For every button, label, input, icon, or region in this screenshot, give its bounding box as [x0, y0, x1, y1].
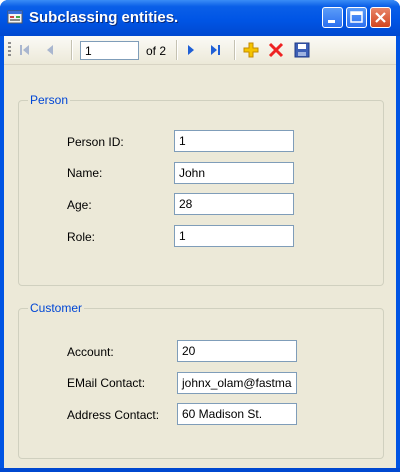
window-bottom-border	[0, 468, 400, 472]
move-previous-icon	[47, 45, 53, 55]
name-field[interactable]: John	[174, 162, 294, 184]
name-label: Name:	[67, 166, 103, 180]
maximize-button[interactable]	[346, 7, 367, 28]
save-icon	[294, 42, 310, 58]
move-last-button[interactable]	[206, 41, 224, 59]
person-id-field[interactable]: 1	[174, 130, 294, 152]
move-next-icon	[188, 45, 194, 55]
binding-navigator: 1 of 2	[4, 36, 396, 65]
toolbar-separator	[71, 40, 73, 60]
maximize-icon	[350, 11, 363, 23]
move-next-button[interactable]	[182, 41, 200, 59]
close-icon	[375, 12, 386, 23]
toolbar-separator	[234, 40, 236, 60]
move-first-icon	[20, 45, 29, 55]
move-previous-button[interactable]	[41, 41, 59, 59]
window-title: Subclassing entities.	[29, 9, 179, 26]
email-contact-field[interactable]: johnx_olam@fastma	[177, 372, 297, 394]
count-label: of 2	[146, 44, 167, 58]
add-new-icon	[243, 42, 259, 58]
age-field[interactable]: 28	[174, 193, 294, 215]
person-legend: Person	[28, 93, 71, 107]
email-contact-label: EMail Contact:	[67, 376, 146, 390]
close-button[interactable]	[370, 7, 391, 28]
address-contact-field[interactable]: 60 Madison St.	[177, 403, 297, 425]
age-label: Age:	[67, 198, 92, 212]
person-id-label: Person ID:	[67, 135, 124, 149]
add-new-button[interactable]	[242, 41, 260, 59]
role-field[interactable]: 1	[174, 225, 294, 247]
delete-button[interactable]	[267, 41, 285, 59]
person-group: Person Person ID: 1 Name: John Age: 28 R…	[18, 93, 384, 286]
minimize-icon	[328, 20, 335, 23]
move-first-button[interactable]	[16, 41, 34, 59]
role-label: Role:	[67, 230, 96, 244]
app-window: Subclassing entities. 1 of 2 Person Pers…	[0, 0, 400, 472]
account-label: Account:	[67, 345, 114, 359]
account-field[interactable]: 20	[177, 340, 297, 362]
toolbar-separator	[176, 40, 178, 60]
move-last-icon	[211, 45, 220, 55]
customer-group: Customer Account: 20 EMail Contact: john…	[18, 301, 384, 459]
customer-legend: Customer	[28, 301, 85, 315]
minimize-button[interactable]	[322, 7, 343, 28]
toolbar-grip[interactable]	[8, 42, 11, 58]
app-icon	[7, 9, 23, 25]
delete-icon	[268, 42, 284, 58]
title-bar[interactable]: Subclassing entities.	[0, 0, 400, 36]
address-contact-label: Address Contact:	[67, 408, 160, 422]
position-input[interactable]: 1	[80, 41, 139, 60]
form-client-area: 1 of 2 Person Person ID: 1 Name: John Ag…	[4, 36, 396, 468]
save-button[interactable]	[293, 41, 311, 59]
